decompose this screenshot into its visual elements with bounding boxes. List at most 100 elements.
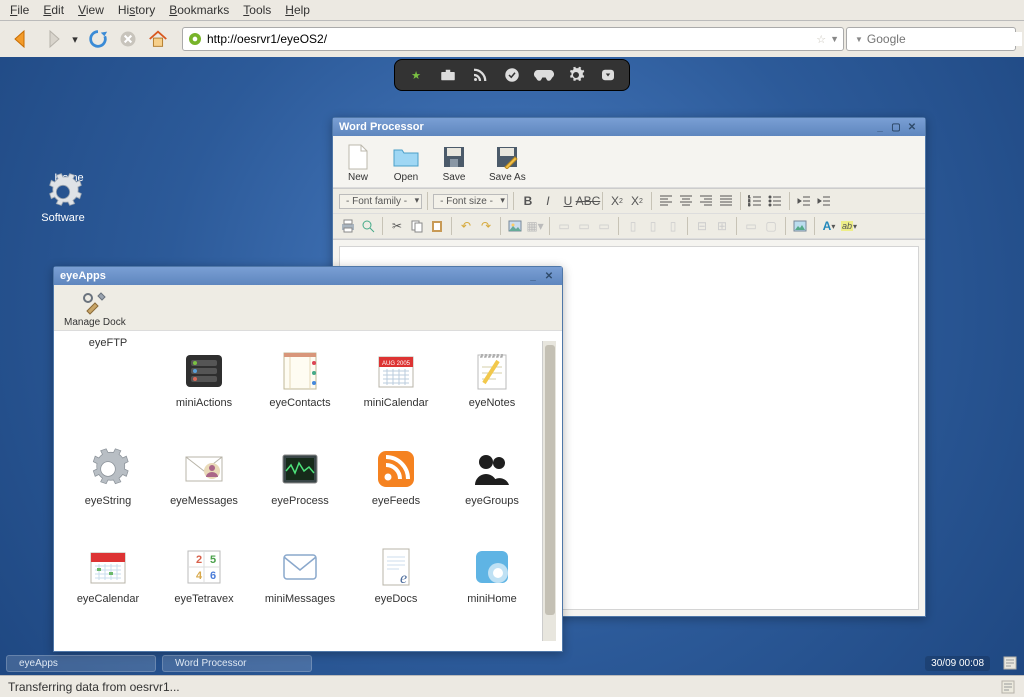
menu-edit[interactable]: Edit — [43, 3, 64, 17]
taskbar: eyeApps Word Processor 30/09 00:08 — [0, 651, 1024, 675]
home-button[interactable] — [144, 25, 172, 53]
dock-gear-icon[interactable] — [565, 64, 587, 86]
bookmark-star-icon[interactable]: ☆ — [816, 33, 826, 46]
paste-button[interactable] — [428, 217, 446, 235]
new-button[interactable]: New — [345, 144, 371, 183]
app-eyecontacts[interactable]: eyeContacts — [252, 341, 348, 439]
menu-file[interactable]: File — [10, 3, 29, 17]
app-eyegroups[interactable]: eyeGroups — [444, 439, 540, 537]
underline-button[interactable]: U — [559, 192, 577, 210]
app-miniactions[interactable]: miniActions — [156, 341, 252, 439]
app-eyefeeds[interactable]: eyeFeeds — [348, 439, 444, 537]
search-dropdown-icon[interactable]: ▼ — [855, 35, 863, 44]
print-button[interactable] — [339, 217, 357, 235]
titlebar[interactable]: Word Processor _ ▢ ✕ — [333, 118, 925, 136]
open-button[interactable]: Open — [393, 144, 419, 183]
back-button[interactable] — [8, 25, 36, 53]
row-before-button[interactable]: ▭ — [555, 217, 573, 235]
reload-button[interactable] — [84, 25, 112, 53]
menu-view[interactable]: View — [78, 3, 104, 17]
desktop-icon-software[interactable]: Software — [28, 172, 98, 224]
split-cell-button[interactable]: ⊟ — [693, 217, 711, 235]
dock-favorites-icon[interactable]: ★ — [405, 64, 427, 86]
find-button[interactable] — [359, 217, 377, 235]
manage-dock-button[interactable]: Manage Dock — [64, 291, 126, 328]
image-button[interactable] — [506, 217, 524, 235]
app-eyedocs[interactable]: eeyeDocs — [348, 537, 444, 635]
del-row-button[interactable]: ▭ — [595, 217, 613, 235]
close-button[interactable]: ✕ — [542, 269, 556, 283]
dock-more-icon[interactable] — [597, 64, 619, 86]
bold-button[interactable]: B — [519, 192, 537, 210]
align-right-button[interactable] — [697, 192, 715, 210]
hilite-button[interactable]: ab▾ — [840, 217, 858, 235]
copy-button[interactable] — [408, 217, 426, 235]
dock-briefcase-icon[interactable] — [437, 64, 459, 86]
col-before-button[interactable]: ▯ — [624, 217, 642, 235]
app-minicalendar[interactable]: AUG 2005miniCalendar — [348, 341, 444, 439]
forward-button[interactable] — [38, 25, 66, 53]
search-input[interactable] — [867, 32, 1022, 46]
row-props-button[interactable]: ▭ — [742, 217, 760, 235]
dock-gamepad-icon[interactable] — [533, 64, 555, 86]
app-eyemessages[interactable]: eyeMessages — [156, 439, 252, 537]
font-size-select[interactable]: - Font size - — [433, 194, 508, 209]
dock-check-icon[interactable] — [501, 64, 523, 86]
undo-button[interactable]: ↶ — [457, 217, 475, 235]
table-button[interactable]: ▦▾ — [526, 217, 544, 235]
redo-button[interactable]: ↷ — [477, 217, 495, 235]
minimize-button[interactable]: _ — [526, 269, 540, 283]
del-col-button[interactable]: ▯ — [664, 217, 682, 235]
menu-tools[interactable]: Tools — [243, 3, 271, 17]
forecolor-button[interactable]: A▾ — [820, 217, 838, 235]
url-dropdown-icon[interactable]: ▼ — [830, 34, 839, 44]
maximize-button[interactable]: ▢ — [889, 120, 903, 134]
align-left-button[interactable] — [657, 192, 675, 210]
scrollbar[interactable] — [542, 341, 556, 641]
tray-notes-icon[interactable] — [1002, 655, 1018, 671]
outdent-button[interactable] — [795, 192, 813, 210]
dock-rss-icon[interactable] — [469, 64, 491, 86]
subscript-button[interactable]: X2 — [608, 192, 626, 210]
indent-button[interactable] — [815, 192, 833, 210]
stop-button[interactable] — [114, 25, 142, 53]
app-eyecalendar[interactable]: eyeCalendar — [60, 537, 156, 635]
saveas-button[interactable]: Save As — [489, 144, 526, 183]
font-family-select[interactable]: - Font family - — [339, 194, 422, 209]
titlebar[interactable]: eyeApps _ ✕ — [54, 267, 562, 285]
app-eyeftp[interactable]: eyeFTP — [60, 341, 156, 439]
cut-button[interactable]: ✂ — [388, 217, 406, 235]
italic-button[interactable]: I — [539, 192, 557, 210]
scrollbar-thumb[interactable] — [545, 345, 555, 615]
app-eyeprocess[interactable]: eyeProcess — [252, 439, 348, 537]
align-justify-button[interactable] — [717, 192, 735, 210]
strike-button[interactable]: ABC — [579, 192, 597, 210]
merge-cell-button[interactable]: ⊞ — [713, 217, 731, 235]
app-eyenotes[interactable]: eyeNotes — [444, 341, 540, 439]
cell-props-button[interactable]: ▢ — [762, 217, 780, 235]
align-center-button[interactable] — [677, 192, 695, 210]
app-eyestring[interactable]: eyeString — [60, 439, 156, 537]
unordered-list-button[interactable] — [766, 192, 784, 210]
statusbar-notes-icon[interactable] — [1000, 679, 1016, 695]
app-eyetetravex[interactable]: 2546eyeTetravex — [156, 537, 252, 635]
ordered-list-button[interactable]: 123 — [746, 192, 764, 210]
menu-bookmarks[interactable]: Bookmarks — [169, 3, 229, 17]
app-minihome[interactable]: miniHome — [444, 537, 540, 635]
insert-image2-button[interactable] — [791, 217, 809, 235]
url-input[interactable] — [207, 32, 812, 46]
task-wordprocessor[interactable]: Word Processor — [162, 655, 312, 672]
col-after-button[interactable]: ▯ — [644, 217, 662, 235]
close-button[interactable]: ✕ — [905, 120, 919, 134]
minimize-button[interactable]: _ — [873, 120, 887, 134]
row-after-button[interactable]: ▭ — [575, 217, 593, 235]
menu-history[interactable]: History — [118, 3, 155, 17]
task-eyeapps[interactable]: eyeApps — [6, 655, 156, 672]
save-button[interactable]: Save — [441, 144, 467, 183]
url-bar[interactable]: ☆ ▼ — [182, 27, 844, 51]
superscript-button[interactable]: X2 — [628, 192, 646, 210]
menu-help[interactable]: Help — [285, 3, 310, 17]
nav-dropdown[interactable]: ▾ — [68, 25, 82, 53]
app-minimessages[interactable]: miniMessages — [252, 537, 348, 635]
search-bar[interactable]: ▼ — [846, 27, 1016, 51]
